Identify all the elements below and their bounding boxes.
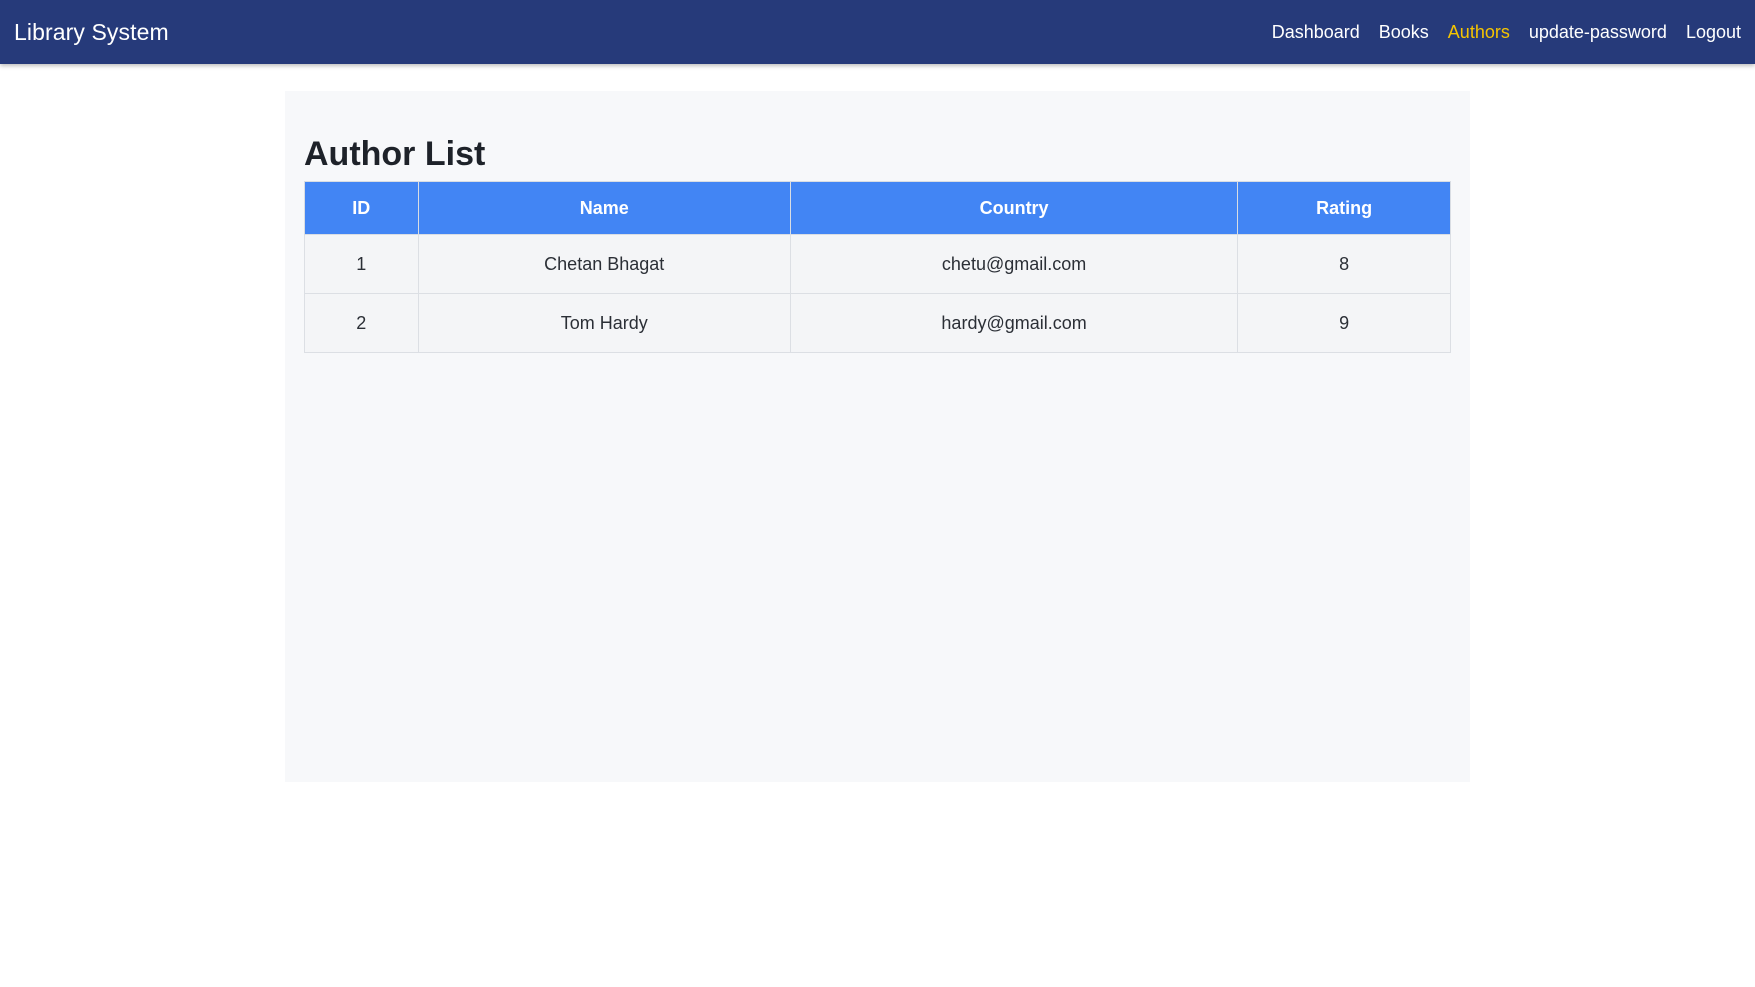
column-header-name: Name bbox=[417, 181, 791, 235]
nav-links: Dashboard Books Authors update-password … bbox=[1272, 22, 1741, 43]
nav-link-books[interactable]: Books bbox=[1379, 22, 1429, 43]
table-row: 1 Chetan Bhagat chetu@gmail.com 8 bbox=[304, 234, 1451, 294]
author-list-card: Author List ID Name Country Rating 1 Che… bbox=[285, 91, 1470, 782]
nav-link-authors[interactable]: Authors bbox=[1448, 22, 1510, 43]
nav-link-logout[interactable]: Logout bbox=[1686, 22, 1741, 43]
table-row: 2 Tom Hardy hardy@gmail.com 9 bbox=[304, 293, 1451, 353]
author-table: ID Name Country Rating 1 Chetan Bhagat c… bbox=[304, 181, 1451, 353]
cell-rating: 8 bbox=[1237, 234, 1451, 294]
cell-name: Tom Hardy bbox=[417, 293, 791, 353]
cell-country: hardy@gmail.com bbox=[789, 293, 1239, 353]
cell-id: 2 bbox=[304, 293, 419, 353]
cell-country: chetu@gmail.com bbox=[789, 234, 1239, 294]
cell-rating: 9 bbox=[1237, 293, 1451, 353]
nav-link-update-password[interactable]: update-password bbox=[1529, 22, 1667, 43]
page-title: Author List bbox=[304, 135, 486, 173]
cell-name: Chetan Bhagat bbox=[417, 234, 791, 294]
column-header-id: ID bbox=[304, 181, 419, 235]
cell-id: 1 bbox=[304, 234, 419, 294]
top-navbar: Library System Dashboard Books Authors u… bbox=[0, 0, 1755, 64]
column-header-country: Country bbox=[789, 181, 1239, 235]
table-header-row: ID Name Country Rating bbox=[304, 181, 1451, 235]
nav-link-dashboard[interactable]: Dashboard bbox=[1272, 22, 1360, 43]
column-header-rating: Rating bbox=[1237, 181, 1451, 235]
brand-title[interactable]: Library System bbox=[14, 19, 169, 46]
